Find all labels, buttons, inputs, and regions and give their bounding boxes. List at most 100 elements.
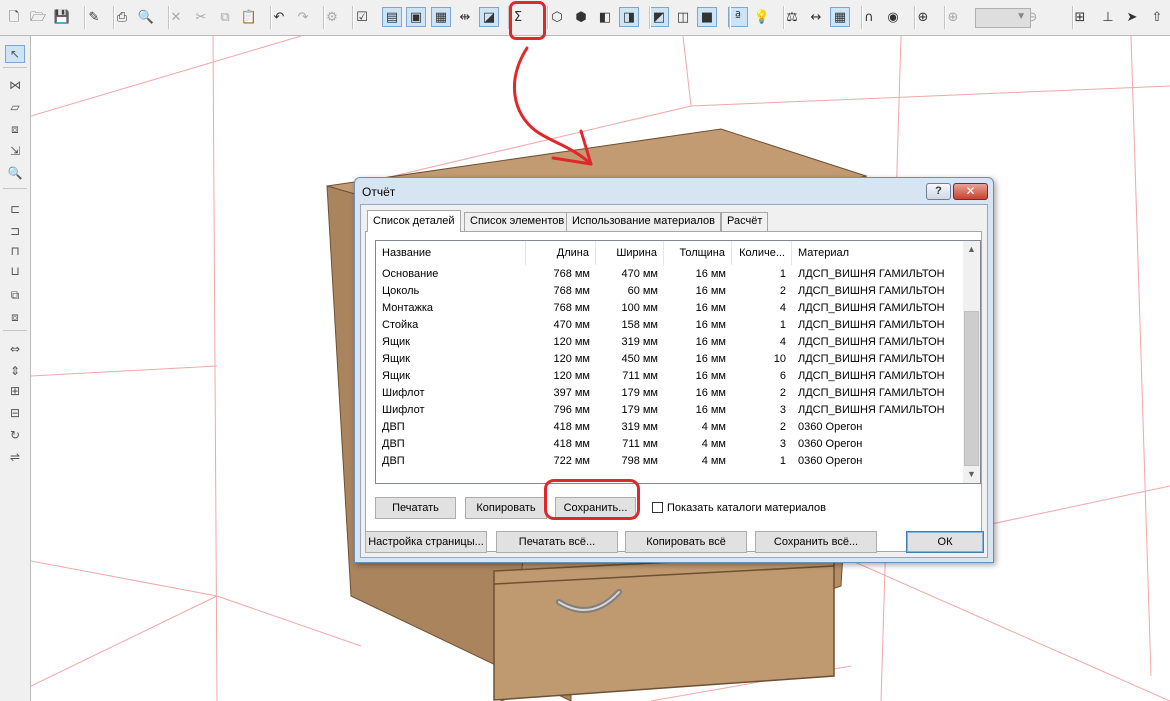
space-v-tool-button[interactable]: ⊟ <box>5 404 25 422</box>
cell-quantity: 1 <box>779 455 786 467</box>
copy-button[interactable]: Копировать <box>465 497 547 519</box>
measure-button[interactable]: ⚖ <box>782 7 802 27</box>
undo-button[interactable]: ↶ <box>269 7 289 27</box>
show-catalogs-checkbox[interactable] <box>652 502 663 513</box>
print-all-button[interactable]: Печатать всё... <box>496 531 618 553</box>
ruler-icon: ↔ <box>810 9 822 25</box>
dimension-button[interactable]: ⇹ <box>455 7 475 27</box>
distribute-h-tool-button[interactable]: ⇔ <box>5 340 25 358</box>
scroll-up-icon[interactable]: ▲ <box>963 241 980 258</box>
search-tool-button[interactable]: 🔍 <box>5 164 25 182</box>
view-object-button[interactable]: ◪ <box>479 7 499 27</box>
explode-tool-button[interactable]: ⋈ <box>5 76 25 94</box>
copy-all-button[interactable]: Копировать всё <box>625 531 747 553</box>
tab-materials-usage[interactable]: Использование материалов <box>566 212 722 231</box>
column-header-length[interactable]: Длина <box>526 241 596 265</box>
paste-button[interactable]: 📋 <box>239 7 259 27</box>
light-bulb-button[interactable]: 💡 <box>752 7 772 27</box>
save-button[interactable]: 💾 <box>52 7 72 27</box>
cut-button[interactable]: ✂ <box>191 7 211 27</box>
redo-button[interactable]: ↷ <box>293 7 313 27</box>
table-row[interactable]: Цоколь 768 мм 60 мм 16 мм 2 ЛДСП_ВИШНЯ ГАМИЛЬ… <box>376 283 963 300</box>
scroll-thumb[interactable] <box>964 311 979 466</box>
zoom-in-button[interactable]: ⊕ <box>943 7 963 27</box>
cube-solid-button[interactable]: ■ <box>697 7 717 27</box>
distribute-v-tool-button[interactable]: ⇕ <box>5 362 25 380</box>
print-button[interactable]: Печатать <box>375 497 456 519</box>
checklist-button[interactable]: ☑ <box>352 7 372 27</box>
column-header-quantity[interactable]: Количе... <box>732 241 792 265</box>
column-header-width[interactable]: Ширина <box>596 241 664 265</box>
panel-link-tool-button[interactable]: ⧈ <box>5 120 25 138</box>
print-preview-button[interactable]: 🔍 <box>136 7 156 27</box>
view-list-button[interactable]: ▤ <box>382 7 402 27</box>
open-folder-button[interactable]: 🗁 <box>28 7 48 27</box>
cube-side-button[interactable]: ◩ <box>649 7 669 27</box>
column-header-name[interactable]: Название <box>376 241 526 265</box>
table-row[interactable]: Основание 768 мм 470 мм 16 мм 1 ЛДСП_ВИШНЯ ГА… <box>376 266 963 283</box>
table-row[interactable]: Шифлот 397 мм 179 мм 16 мм 2 ЛДСП_ВИШНЯ ГАМИЛ… <box>376 385 963 402</box>
cell-name: ДВП <box>382 421 405 433</box>
column-header-material[interactable]: Материал <box>792 241 963 265</box>
cube-top-button[interactable]: ◫ <box>673 7 693 27</box>
tab-calculation[interactable]: Расчёт <box>721 212 769 231</box>
view-detail-button[interactable]: ▣ <box>406 7 426 27</box>
table-row[interactable]: Шифлот 796 мм 179 мм 16 мм 3 ЛДСП_ВИШНЯ ГАМИЛ… <box>376 402 963 419</box>
ruler-button[interactable]: ↔ <box>806 7 826 27</box>
text-label-button[interactable]: ª <box>728 7 748 27</box>
zoom-level-combobox[interactable]: ▼ <box>975 8 1031 28</box>
mirror-tool-button[interactable]: ⇌ <box>5 448 25 466</box>
copy-button[interactable]: ⧉ <box>215 7 235 27</box>
tab-elements-list[interactable]: Список элементов <box>464 212 571 231</box>
panel-move-tool-button[interactable]: ⇲ <box>5 142 25 160</box>
table-row[interactable]: Ящик 120 мм 450 мм 16 мм 10 ЛДСП_ВИШНЯ ГАМИЛЬ… <box>376 351 963 368</box>
column-header-thickness[interactable]: Толщина <box>664 241 732 265</box>
panel-tool-button[interactable]: ▱ <box>5 98 25 116</box>
page-setup-button[interactable]: Настройка страницы... <box>365 531 487 553</box>
group-tool-button[interactable]: ⧉ <box>5 286 25 304</box>
view-list-icon: ▤ <box>385 9 399 25</box>
target-button[interactable]: ⊕ <box>913 7 933 27</box>
table-row[interactable]: ДВП 722 мм 798 мм 4 мм 1 0360 Орегон <box>376 453 963 470</box>
dialog-titlebar[interactable]: Отчёт ? ✕ <box>355 178 993 204</box>
align-top-tool-button[interactable]: ⊓ <box>5 242 25 260</box>
table-row[interactable]: Ящик 120 мм 711 мм 16 мм 6 ЛДСП_ВИШНЯ ГАМИЛЬТ… <box>376 368 963 385</box>
ungroup-tool-button[interactable]: ⧈ <box>5 308 25 326</box>
scroll-down-icon[interactable]: ▼ <box>963 466 980 483</box>
select-pointer-tool-button[interactable]: ↖ <box>5 45 25 63</box>
settings-button[interactable]: ⚙ <box>322 7 342 27</box>
cube-front-button[interactable]: ◧ <box>595 7 615 27</box>
align-right-tool-button[interactable]: ⊐ <box>5 222 25 240</box>
table-row[interactable]: ДВП 418 мм 319 мм 4 мм 2 0360 Орегон <box>376 419 963 436</box>
toolbar-separator <box>1072 6 1074 29</box>
table-row[interactable]: Ящик 120 мм 319 мм 16 мм 4 ЛДСП_ВИШНЯ ГАМИЛЬТ… <box>376 334 963 351</box>
new-document-button[interactable]: 🗋 <box>4 7 24 27</box>
align-left-tool-button[interactable]: ⊏ <box>5 200 25 218</box>
cube-shaded-button[interactable]: ◨ <box>619 7 639 27</box>
parts-table[interactable]: Название Длина Ширина Толщина Количе... … <box>375 240 981 484</box>
rotate-tool-button[interactable]: ↻ <box>5 426 25 444</box>
cube-outline-button[interactable]: ⬢ <box>571 7 591 27</box>
ok-button[interactable]: ОК <box>906 531 984 553</box>
cell-width: 100 мм <box>621 302 658 314</box>
save-all-button[interactable]: Сохранить всё... <box>755 531 877 553</box>
help-button[interactable]: ? <box>926 183 951 200</box>
view-tree-button[interactable]: ▦ <box>431 7 451 27</box>
cell-thickness: 4 мм <box>701 455 726 467</box>
cube-wire-button[interactable]: ⬡ <box>547 7 567 27</box>
table-row[interactable]: ДВП 418 мм 711 мм 4 мм 3 0360 Орегон <box>376 436 963 453</box>
close-button[interactable]: ✕ <box>953 183 988 200</box>
arrow-up-button[interactable]: ⇧ <box>1147 7 1167 27</box>
grid-button[interactable]: ▦ <box>830 7 850 27</box>
table-row[interactable]: Монтажка 768 мм 100 мм 16 мм 4 ЛДСП_ВИШНЯ ГАМ… <box>376 300 963 317</box>
edit-properties-button[interactable]: ✎ <box>84 7 104 27</box>
space-h-tool-button[interactable]: ⊞ <box>5 382 25 400</box>
align-bottom-tool-button[interactable]: ⊔ <box>5 262 25 280</box>
color-wheel-button[interactable]: ◉ <box>883 7 903 27</box>
print-button[interactable]: ⎙ <box>112 7 132 27</box>
vertical-scrollbar[interactable]: ▲ ▼ <box>963 241 980 483</box>
pointer-3d-button[interactable]: ➤ <box>1122 7 1142 27</box>
tab-parts-list[interactable]: Список деталей <box>367 210 461 232</box>
align-button[interactable]: ⊥ <box>1098 7 1118 27</box>
table-row[interactable]: Стойка 470 мм 158 мм 16 мм 1 ЛДСП_ВИШНЯ ГАМИЛ… <box>376 317 963 334</box>
